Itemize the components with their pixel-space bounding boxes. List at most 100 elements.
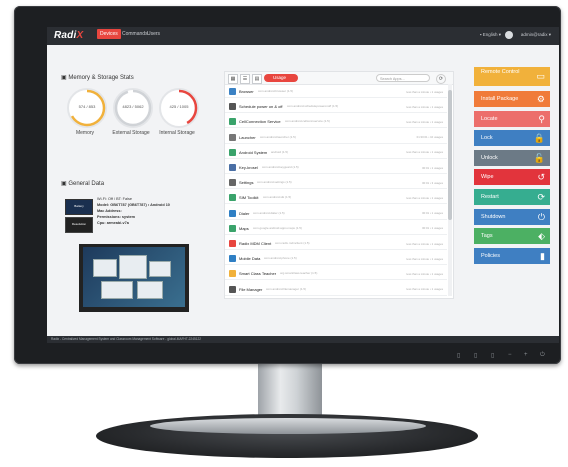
action-label: Restart bbox=[481, 194, 499, 200]
app-usage-time: 00:01 • 1 usages bbox=[422, 211, 443, 216]
list-item[interactable]: File Manager com.android.filemanager (1.5… bbox=[225, 284, 447, 296]
search-input[interactable]: Search Apps... bbox=[376, 74, 430, 82]
app-package: com.android.keyguard (1.5) bbox=[262, 165, 299, 169]
avatar[interactable] bbox=[505, 31, 513, 39]
external-storage-gauge-value: 4823 / 5062 bbox=[122, 104, 144, 109]
app-icon bbox=[229, 103, 236, 111]
screenshot-window bbox=[137, 281, 163, 299]
list-item[interactable]: Android System android (1.5) less than a m… bbox=[225, 147, 447, 159]
monitor-power-button[interactable]: ⏻ bbox=[540, 352, 545, 359]
restart-button[interactable]: Restart ⟳ bbox=[474, 189, 550, 205]
locate-button[interactable]: Locate ⚲ bbox=[474, 110, 550, 127]
list-item[interactable]: Smart Class Teacher org.smartclass.teache… bbox=[225, 268, 447, 281]
list-item[interactable]: Schedule power on & off com.android.sched… bbox=[225, 101, 447, 114]
list-view-icon[interactable]: ☰ bbox=[240, 74, 250, 84]
monitor-minus-button[interactable]: − bbox=[508, 352, 512, 358]
nav-devices[interactable]: Devices bbox=[97, 29, 121, 39]
app-package: com.android.phone (1.5) bbox=[264, 256, 297, 261]
app-name: Mobile Data bbox=[239, 256, 261, 262]
action-label: Tags bbox=[481, 233, 493, 240]
install-package-button[interactable]: Install Package ⚙ bbox=[474, 91, 550, 107]
list-scrollbar[interactable] bbox=[448, 84, 452, 296]
app-usage-time: 00:01 • 1 usages bbox=[422, 165, 443, 170]
internal-storage-gauge-value: 425 / 1005 bbox=[169, 104, 189, 109]
location-pin-icon: ⚲ bbox=[538, 113, 545, 124]
grid-view-icon[interactable]: ▦ bbox=[228, 74, 238, 84]
app-name: Radix MDM Client bbox=[239, 241, 272, 246]
shutdown-button[interactable]: Shutdown ⏻ bbox=[474, 208, 550, 225]
action-label: Remote Control bbox=[481, 69, 520, 75]
app-name: Key-krosel bbox=[239, 165, 258, 170]
app-package: com.android.schedulepoweronoff (1.5) bbox=[287, 104, 339, 109]
undo-icon: ↺ bbox=[537, 172, 545, 183]
app-icon bbox=[229, 194, 236, 202]
power-icon: ⏻ bbox=[537, 211, 545, 222]
monitor-brightness-button[interactable]: ▯ bbox=[491, 352, 494, 359]
list-item[interactable]: Maps com.google.android.apps.maps (1.5) 00… bbox=[225, 223, 447, 235]
policies-button[interactable]: Policies ▮ bbox=[474, 247, 550, 264]
nav-users[interactable]: Users bbox=[147, 31, 160, 37]
app-logo[interactable]: RadiX bbox=[54, 30, 83, 41]
app-name: Maps bbox=[239, 225, 249, 231]
scrollbar-thumb[interactable] bbox=[448, 90, 452, 220]
list-item[interactable]: Browser com.android.browser (1.5) less tha… bbox=[225, 86, 447, 98]
user-menu[interactable]: admin@radix ▾ bbox=[521, 32, 551, 38]
footer: Radix - Centralized Management System an… bbox=[47, 336, 559, 343]
app-package: com.android.cellconnservice (1.5) bbox=[285, 119, 330, 124]
monitor-input-button[interactable]: ▯ bbox=[474, 352, 477, 359]
app-name: CellConnection Service bbox=[239, 119, 281, 125]
list-toolbar: ▦ ☰ ▤ Usage Search Apps... ⟳ bbox=[225, 72, 453, 85]
logo-accent: X bbox=[76, 30, 84, 41]
list-item[interactable]: Radix MDM Client com.radix.mdmclient (1.5… bbox=[225, 238, 447, 250]
list-item[interactable]: Mobile Data com.android.phone (1.5) less t… bbox=[225, 253, 447, 266]
action-label: Lock bbox=[481, 135, 493, 142]
resolution-label: Resolution bbox=[71, 222, 87, 226]
app-usage-time: 00:01 • 1 usages bbox=[422, 226, 443, 231]
device-screenshot-content bbox=[83, 247, 185, 307]
list-item[interactable]: Dialer com.android.dialer (1.5) 00:01 • 1 … bbox=[225, 208, 447, 220]
general-line-wifi: Wi-Fi: Off / BT: False bbox=[97, 197, 132, 201]
external-storage-gauge: 4823 / 5062 bbox=[113, 88, 153, 128]
general-line-permissions: Permissions: system bbox=[97, 215, 135, 219]
lock-icon: 🔒 bbox=[533, 133, 545, 144]
app-name: File Manager bbox=[239, 286, 263, 292]
monitor-plus-button[interactable]: + bbox=[524, 352, 528, 358]
general-line-mac: Mac Address: bbox=[97, 209, 122, 213]
package-icon: ⚙ bbox=[536, 94, 545, 104]
app-usage-time: less than a minute • 1 usages bbox=[406, 104, 443, 109]
language-select[interactable]: ▪ English ▾ bbox=[480, 32, 501, 38]
nav-commands[interactable]: Commands bbox=[122, 31, 148, 37]
battery-label: Battery bbox=[74, 204, 84, 208]
remote-control-button[interactable]: Remote Control ▭ bbox=[474, 67, 550, 86]
list-item[interactable]: Key-krosel com.android.keyguard (1.5) 00:0… bbox=[225, 162, 447, 174]
app-usage-time: less than a minute • 1 usages bbox=[406, 241, 443, 246]
list-item[interactable]: SIM Toolkit com.android.stk (1.5) less tha… bbox=[225, 192, 447, 205]
action-label: Unlock bbox=[481, 154, 498, 161]
device-resolution-image: Resolution bbox=[65, 217, 93, 233]
tile-view-icon[interactable]: ▤ bbox=[252, 74, 262, 84]
monitor-menu-button[interactable]: ▯ bbox=[457, 352, 460, 359]
lock-button[interactable]: Lock 🔒 bbox=[474, 130, 550, 147]
general-line-model: Model: GB6T787 (GB6T787) • Android 10 bbox=[97, 203, 170, 207]
app-icon bbox=[229, 133, 236, 141]
list-item[interactable]: Settings com.android.settings (1.5) 00:01 … bbox=[225, 177, 447, 190]
app-name: Smart Class Teacher bbox=[239, 271, 277, 277]
app-usage-time: less than a minute • 1 usages bbox=[406, 89, 443, 94]
general-title-text: General Data bbox=[68, 181, 105, 187]
device-screenshot[interactable] bbox=[79, 244, 189, 312]
refresh-icon[interactable]: ⟳ bbox=[436, 74, 446, 84]
tags-button[interactable]: Tags ⬖ bbox=[474, 228, 550, 245]
list-item[interactable]: CellConnection Service com.android.cellco… bbox=[225, 116, 447, 129]
wipe-button[interactable]: Wipe ↺ bbox=[474, 169, 550, 186]
app-package: com.android.browser (1.5) bbox=[258, 89, 294, 93]
memory-gauge: 574 / 853 bbox=[67, 88, 107, 128]
unlock-button[interactable]: Unlock 🔓 bbox=[474, 149, 550, 166]
list-item[interactable]: Launcher com.android.launcher (1.5) 01:30:… bbox=[225, 132, 447, 144]
user-label: admin@radix bbox=[520, 32, 548, 37]
app-usage-time: 01:30:01 • 10 usages bbox=[416, 135, 443, 140]
usage-filter-button[interactable]: Usage bbox=[264, 74, 298, 82]
app-icon bbox=[229, 88, 236, 95]
memory-gauge-value: 574 / 853 bbox=[78, 104, 96, 109]
monitor-stand-base-top bbox=[150, 418, 426, 434]
app-usage-time: less than a minute • 1 usages bbox=[406, 195, 443, 200]
